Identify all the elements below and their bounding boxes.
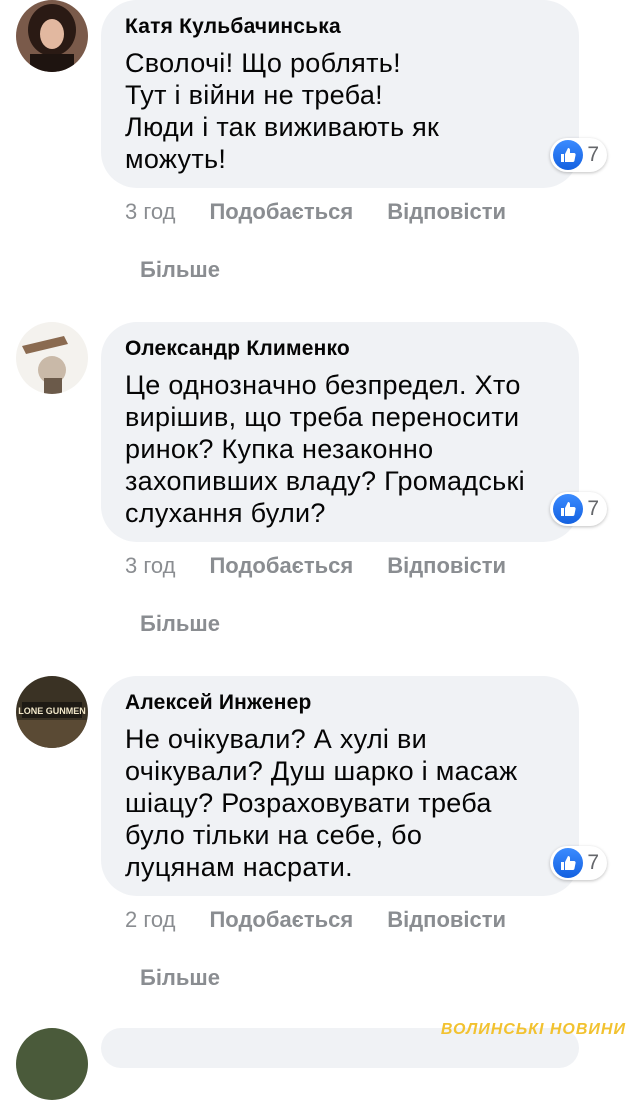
watermark: ВОЛИНСЬКІ НОВИНИ	[440, 1021, 626, 1038]
reaction-count: 7	[587, 851, 599, 874]
comment-line: шіацу? Розраховувати треба	[125, 788, 492, 818]
comment-time[interactable]: 3 год	[125, 199, 175, 225]
more-button[interactable]: Більше	[140, 611, 220, 637]
like-icon	[553, 848, 584, 878]
comment-line: вирішив, що треба переносити	[125, 402, 520, 432]
comment-actions: 3 год Подобається Відповісти	[125, 553, 506, 579]
comment-line: ринок? Купка незаконно	[125, 434, 434, 464]
avatar[interactable]: LONE GUNMEN	[16, 676, 88, 748]
comment-line: очікували? Душ шарко і масаж	[125, 756, 518, 786]
comment-text: Сволочі! Що роблять! Тут і війни не треб…	[125, 47, 555, 175]
avatar[interactable]	[16, 0, 88, 72]
reaction-count: 7	[587, 497, 599, 520]
comment-bubble: Алексей Инженер Не очікували? А хулі ви …	[101, 676, 607, 896]
reaction-badge[interactable]: 7	[550, 846, 607, 880]
comment-line: Це однозначно безпредел. Хто	[125, 370, 521, 400]
comment-text: Це однозначно безпредел. Хто вирішив, що…	[125, 369, 555, 529]
reply-button[interactable]: Відповісти	[387, 199, 506, 225]
comment-line: слухання були?	[125, 498, 326, 528]
more-button[interactable]: Більше	[140, 257, 220, 283]
avatar[interactable]	[16, 1028, 88, 1100]
comment-author[interactable]: Алексей Инженер	[125, 690, 555, 716]
more-button[interactable]: Більше	[140, 965, 220, 991]
comment-actions: 2 год Подобається Відповісти	[125, 907, 506, 933]
like-button[interactable]: Подобається	[209, 199, 353, 225]
like-button[interactable]: Подобається	[209, 553, 353, 579]
comment-line: було тільки на себе, бо	[125, 820, 423, 850]
comment-line: можуть!	[125, 144, 227, 174]
reply-button[interactable]: Відповісти	[387, 907, 506, 933]
comment-line: Тут і війни не треба!	[125, 80, 383, 110]
comment-actions: 3 год Подобається Відповісти	[125, 199, 506, 225]
like-icon	[553, 494, 584, 524]
comment-line: Не очікували? А хулі ви	[125, 724, 428, 754]
reaction-badge[interactable]: 7	[550, 492, 607, 526]
comment-line: захопивших владу? Громадські	[125, 466, 525, 496]
comment-time[interactable]: 2 год	[125, 907, 175, 933]
comment-bubble: Олександр Клименко Це однозначно безпред…	[101, 322, 607, 542]
reaction-badge[interactable]: 7	[550, 138, 607, 172]
like-icon	[553, 140, 584, 170]
comment-bubble: Катя Кульбачинська Сволочі! Що роблять! …	[101, 0, 607, 188]
avatar-lettering: LONE GUNMEN	[18, 706, 86, 716]
reply-button[interactable]: Відповісти	[387, 553, 506, 579]
comment-line: Сволочі! Що роблять!	[125, 48, 401, 78]
comment-line: Люди і так виживають як	[125, 112, 440, 142]
reaction-count: 7	[587, 143, 599, 166]
like-button[interactable]: Подобається	[209, 907, 353, 933]
comment-author[interactable]: Катя Кульбачинська	[125, 14, 555, 40]
avatar[interactable]	[16, 322, 88, 394]
comment-author[interactable]: Олександр Клименко	[125, 336, 555, 362]
comment-text: Не очікували? А хулі ви очікували? Душ ш…	[125, 723, 555, 883]
comment-line: луцянам насрати.	[125, 852, 353, 882]
comment-time[interactable]: 3 год	[125, 553, 175, 579]
